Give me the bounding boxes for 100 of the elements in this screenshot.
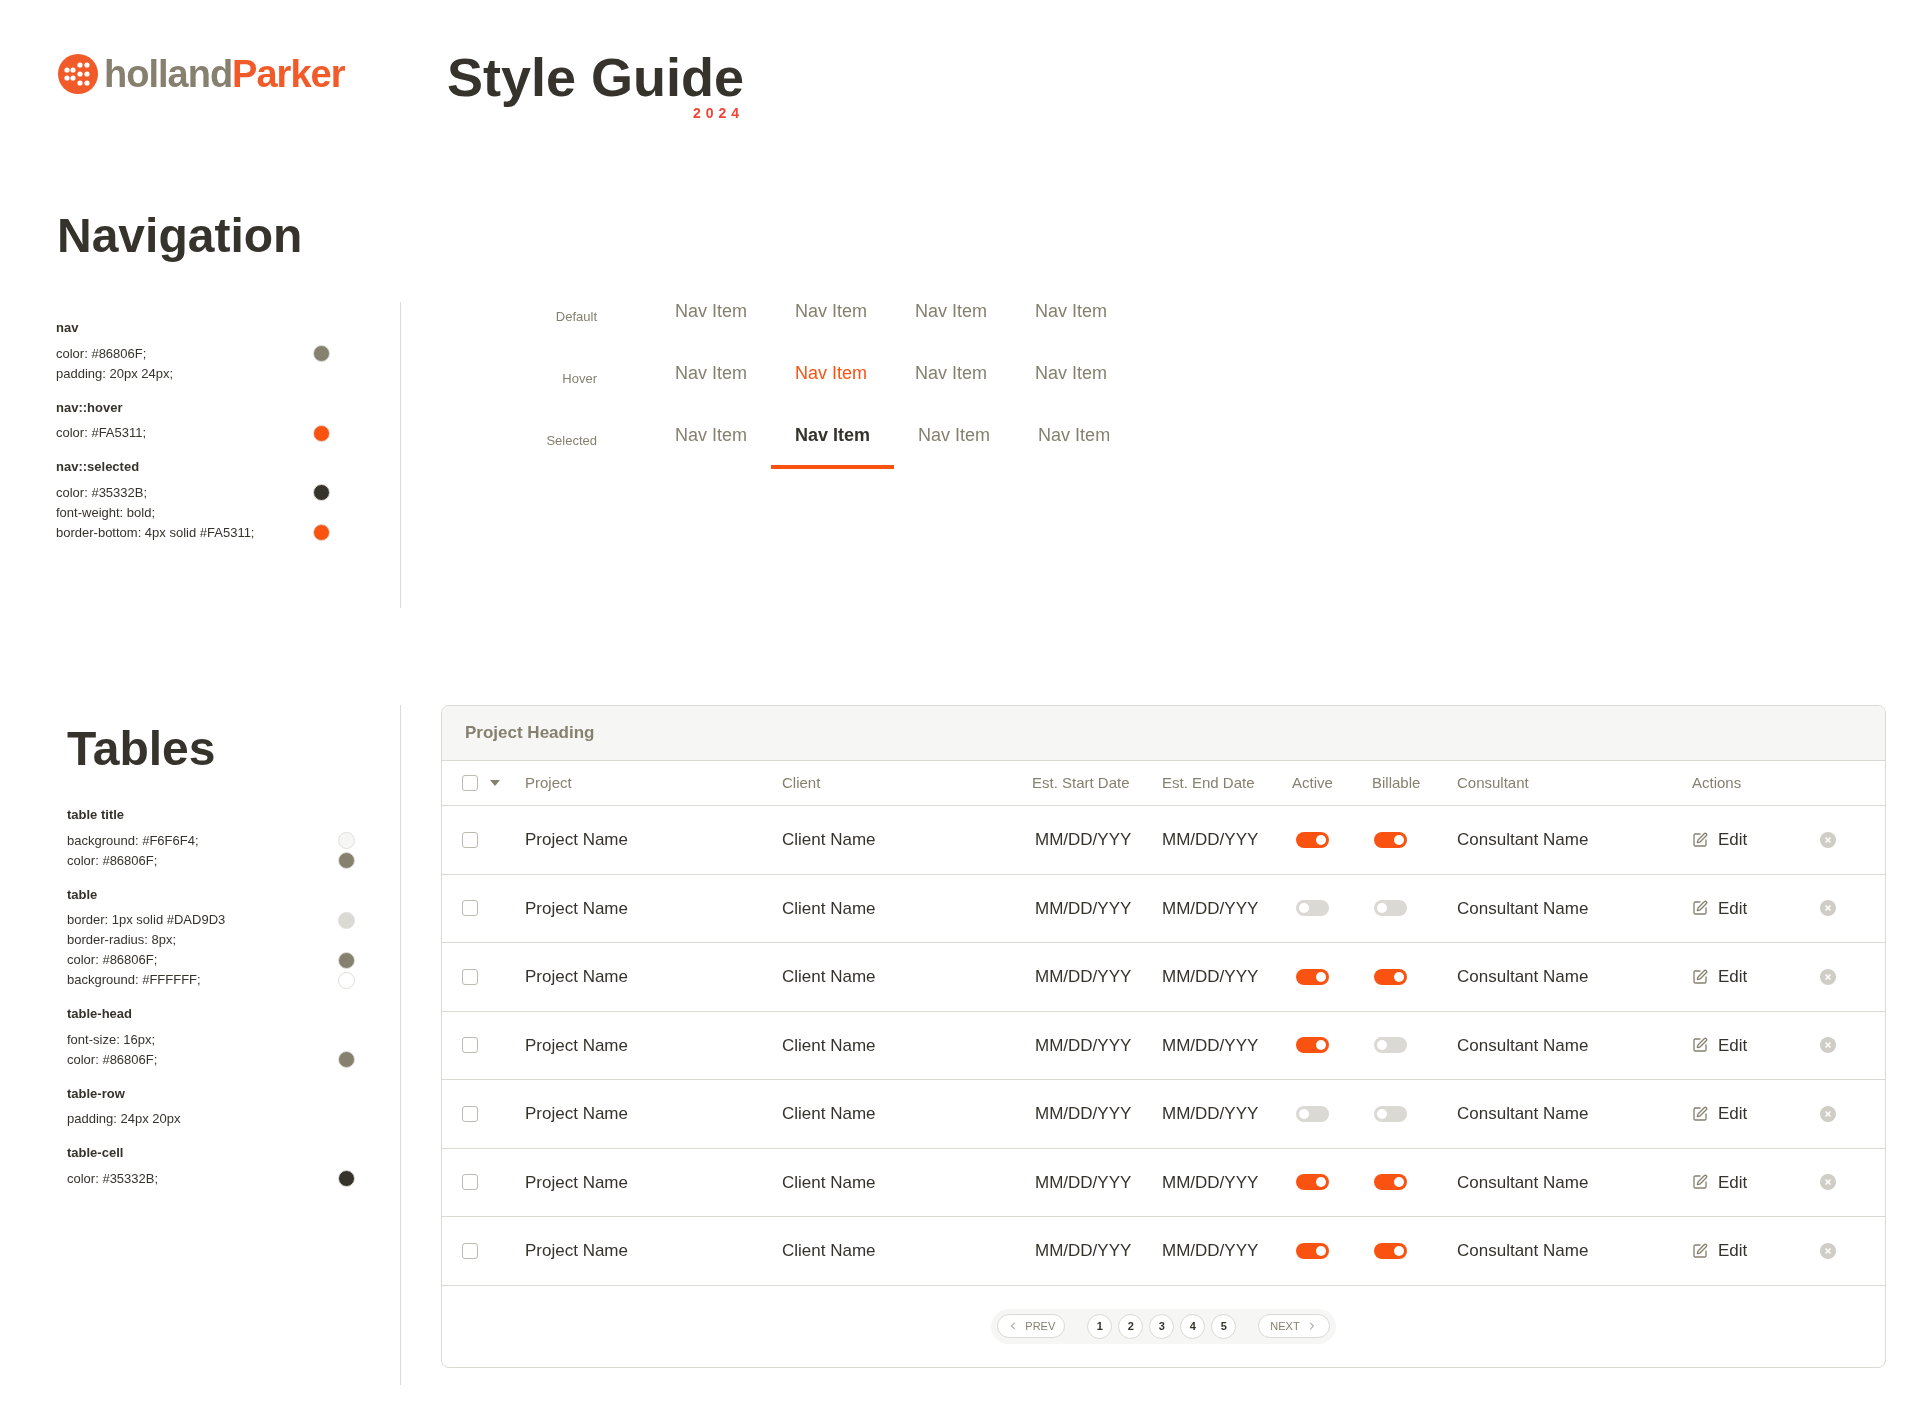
table-cell-text: MM/DD/YYY bbox=[1162, 829, 1259, 851]
toggle-switch[interactable] bbox=[1296, 1037, 1329, 1054]
table-cell-text: MM/DD/YYY bbox=[1035, 1103, 1132, 1125]
toggle-switch[interactable] bbox=[1374, 900, 1407, 917]
spec-title: table-row bbox=[67, 1084, 125, 1103]
table-title: Project Heading bbox=[465, 722, 595, 745]
prev-button[interactable]: PREV bbox=[997, 1314, 1066, 1339]
next-button[interactable]: NEXT bbox=[1258, 1314, 1330, 1339]
spec-line: background: #F6F6F4; bbox=[67, 831, 199, 850]
table-cell-text: Consultant Name bbox=[1457, 1171, 1589, 1194]
edit-button[interactable]: Edit bbox=[1692, 827, 1748, 853]
column-header: Billable bbox=[1372, 772, 1421, 793]
nav-item[interactable]: Nav Item bbox=[651, 343, 772, 407]
table-cell-text: Client Name bbox=[782, 966, 876, 988]
checkbox[interactable] bbox=[462, 1242, 478, 1259]
checkbox[interactable] bbox=[462, 900, 478, 917]
remove-icon[interactable] bbox=[1820, 1105, 1836, 1122]
edit-button[interactable]: Edit bbox=[1692, 895, 1748, 921]
checkbox[interactable] bbox=[462, 831, 478, 848]
nav-state-label: Hover bbox=[561, 370, 597, 389]
column-header: Active bbox=[1292, 772, 1333, 793]
spec-title: table-cell bbox=[67, 1144, 124, 1162]
edit-button[interactable]: Edit bbox=[1692, 1101, 1748, 1127]
toggle-switch[interactable] bbox=[1296, 1105, 1329, 1122]
remove-icon[interactable] bbox=[1820, 1037, 1836, 1054]
toggle-switch[interactable] bbox=[1296, 900, 1329, 917]
checkbox[interactable] bbox=[462, 1174, 478, 1191]
edit-button[interactable]: Edit bbox=[1692, 1032, 1748, 1058]
toggle-switch[interactable] bbox=[1374, 1037, 1407, 1054]
section-heading: Tables bbox=[67, 725, 216, 773]
checkbox[interactable] bbox=[462, 968, 478, 985]
nav-item[interactable]: Nav Item bbox=[651, 281, 772, 345]
nav-item[interactable]: Nav Item bbox=[771, 281, 892, 345]
table-cell-text: Project Name bbox=[525, 966, 628, 988]
table-cell-text: Client Name bbox=[782, 897, 876, 920]
table-cell-text: Project Name bbox=[525, 1034, 628, 1057]
edit-button[interactable]: Edit bbox=[1692, 964, 1748, 990]
toggle-switch[interactable] bbox=[1374, 1242, 1407, 1259]
page-button[interactable]: 2 bbox=[1118, 1313, 1144, 1339]
nav-item[interactable]: Nav Item bbox=[891, 281, 1012, 345]
spec-line: background: #FFFFFF; bbox=[67, 971, 201, 990]
remove-icon[interactable] bbox=[1820, 900, 1836, 917]
checkbox[interactable] bbox=[462, 1037, 478, 1054]
spec-title: nav::selected bbox=[56, 458, 140, 476]
remove-icon[interactable] bbox=[1820, 1174, 1836, 1191]
spec-title: nav bbox=[56, 319, 79, 337]
nav-item[interactable]: Nav Item bbox=[894, 405, 1015, 469]
table-cell-text: MM/DD/YYY bbox=[1035, 1171, 1132, 1194]
table-cell-text: Project Name bbox=[525, 829, 628, 851]
table-cell-text: MM/DD/YYY bbox=[1162, 1034, 1259, 1057]
column-header: Consultant bbox=[1457, 772, 1529, 793]
table-cell-text: Consultant Name bbox=[1457, 897, 1589, 920]
toggle-switch[interactable] bbox=[1296, 968, 1329, 985]
table-cell-text: Client Name bbox=[782, 1171, 876, 1194]
page-button[interactable]: 1 bbox=[1087, 1313, 1113, 1339]
remove-icon[interactable] bbox=[1820, 1242, 1836, 1259]
table-cell-text: Client Name bbox=[782, 1034, 876, 1057]
table-cell-text: MM/DD/YYY bbox=[1035, 829, 1132, 851]
nav-item[interactable]: Nav Item bbox=[1011, 281, 1132, 345]
spec-line: color: #86806F; bbox=[56, 344, 147, 363]
column-header: Project bbox=[525, 772, 572, 793]
toggle-switch[interactable] bbox=[1374, 968, 1407, 985]
edit-button[interactable]: Edit bbox=[1692, 1238, 1748, 1264]
spec-line: color: #86806F; bbox=[67, 951, 158, 970]
spec-title: table-head bbox=[67, 1005, 132, 1023]
nav-item[interactable]: Nav Item bbox=[651, 405, 772, 469]
spec-line: font-size: 16px; bbox=[67, 1030, 156, 1049]
nav-state-label: Default bbox=[554, 308, 597, 327]
edit-button[interactable]: Edit bbox=[1692, 1169, 1748, 1195]
table-cell-text: MM/DD/YYY bbox=[1035, 1240, 1132, 1262]
remove-icon[interactable] bbox=[1820, 968, 1836, 985]
page-button[interactable]: 5 bbox=[1211, 1313, 1237, 1339]
caret-icon[interactable] bbox=[490, 780, 500, 786]
checkbox[interactable] bbox=[462, 775, 478, 791]
checkbox[interactable] bbox=[462, 1105, 478, 1122]
nav-item[interactable]: Nav Item bbox=[1011, 343, 1132, 407]
table-cell-text: Client Name bbox=[782, 1103, 876, 1125]
table-cell-text: MM/DD/YYY bbox=[1035, 897, 1132, 920]
nav-item[interactable]: Nav Item bbox=[1014, 405, 1135, 469]
spec-line: color: #FA5311; bbox=[56, 424, 147, 443]
toggle-switch[interactable] bbox=[1296, 1242, 1329, 1259]
nav-item[interactable]: Nav Item bbox=[891, 343, 1012, 407]
toggle-switch[interactable] bbox=[1374, 831, 1407, 848]
page-button[interactable]: 4 bbox=[1180, 1313, 1206, 1339]
year-label: 2024 bbox=[692, 106, 745, 120]
table-cell-text: Client Name bbox=[782, 829, 876, 851]
table-cell-text: Project Name bbox=[525, 1240, 628, 1262]
table-cell-text: MM/DD/YYY bbox=[1162, 897, 1259, 920]
spec-line: padding: 24px 20px bbox=[67, 1110, 181, 1129]
table-cell-text: Consultant Name bbox=[1457, 1240, 1589, 1262]
spec-line: padding: 20px 24px; bbox=[56, 364, 174, 383]
toggle-switch[interactable] bbox=[1296, 1174, 1329, 1191]
spec-line: color: #86806F; bbox=[67, 851, 158, 870]
toggle-switch[interactable] bbox=[1374, 1174, 1407, 1191]
spec-title: table bbox=[67, 885, 98, 904]
toggle-switch[interactable] bbox=[1296, 831, 1329, 848]
page-button[interactable]: 3 bbox=[1149, 1313, 1175, 1339]
toggle-switch[interactable] bbox=[1374, 1105, 1407, 1122]
nav-item[interactable]: Nav Item bbox=[771, 405, 895, 469]
remove-icon[interactable] bbox=[1820, 831, 1836, 848]
